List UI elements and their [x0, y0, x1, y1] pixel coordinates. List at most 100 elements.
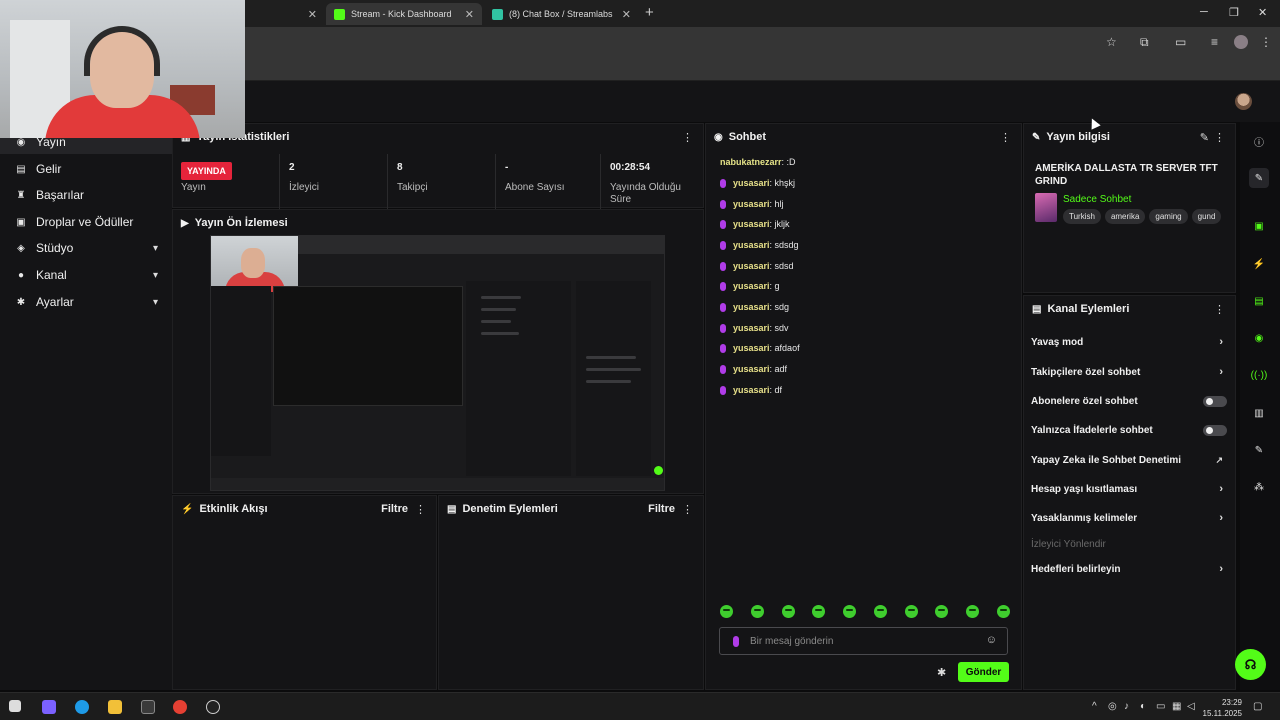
cast-icon[interactable]: ▭ — [1175, 35, 1186, 49]
more-options-icon[interactable]: ⋮ — [682, 131, 693, 144]
more-options-icon[interactable]: ⋮ — [1214, 303, 1225, 316]
chat-bubble-icon[interactable]: ◉ — [1249, 328, 1269, 348]
wallet-icon: ▤ — [16, 163, 26, 175]
sidebar-item-ayarlar[interactable]: ✱ Ayarlar ▾ — [0, 290, 172, 314]
notification-icon[interactable]: ▢ — [1253, 701, 1262, 712]
emote-icon[interactable] — [873, 605, 887, 618]
plus-icon[interactable]: + — [645, 4, 654, 21]
category-link[interactable]: Sadece Sohbet — [1063, 194, 1131, 205]
close-tab-icon[interactable]: ✕ — [465, 8, 474, 21]
copilot-icon[interactable] — [42, 700, 56, 714]
more-icon[interactable]: ⋮ — [1260, 35, 1272, 49]
chevron-right-icon: › — [1219, 336, 1223, 348]
more-options-icon[interactable]: ⋮ — [1214, 131, 1225, 144]
emotes-only-toggle[interactable] — [1203, 425, 1227, 436]
chat-message: yusasari: adf — [720, 364, 787, 374]
emote-icon[interactable] — [750, 605, 764, 618]
sidebar-item-droplar[interactable]: ▣ Droplar ve Ödüller — [0, 210, 172, 234]
action-subscribers-only: Abonelere özel sohbet — [1031, 390, 1227, 412]
activity-filter-button[interactable]: Filtre — [381, 503, 408, 515]
sidebar-item-gelir[interactable]: ▤ Gelir — [0, 157, 172, 181]
action-followers-only[interactable]: Takipçilere özel sohbet › — [1031, 361, 1227, 383]
edit-icon[interactable]: ✎ — [1249, 168, 1269, 188]
chevron-up-icon[interactable]: ^ — [1092, 701, 1097, 712]
emote-icon[interactable] — [996, 605, 1010, 618]
more-options-icon[interactable]: ⋮ — [682, 503, 693, 516]
chat-message-input[interactable] — [750, 634, 970, 648]
more-options-icon[interactable]: ⋮ — [415, 503, 426, 516]
volume-icon[interactable]: ◁ — [1187, 701, 1195, 712]
star-icon[interactable]: ☆ — [1106, 35, 1117, 49]
lightning-icon[interactable]: ⚡ — [1249, 254, 1269, 274]
taskbar-clock[interactable]: 23:29 15.11.2025 — [1200, 697, 1242, 719]
category-thumbnail[interactable] — [1035, 193, 1057, 222]
emote-icon[interactable] — [720, 605, 733, 618]
sidebar-item-basarilar[interactable]: ♜ Başarılar — [0, 183, 172, 207]
chat-input-box[interactable]: ☺ — [719, 627, 1008, 655]
avatar[interactable] — [1235, 93, 1252, 110]
emote-icon[interactable] — [781, 605, 795, 618]
edge-icon[interactable] — [75, 700, 89, 714]
tag[interactable]: gaming — [1149, 209, 1188, 224]
action-raid: İzleyici Yönlendir — [1031, 538, 1106, 550]
moderation-filter-button[interactable]: Filtre — [648, 503, 675, 515]
extensions-icon[interactable]: ⧉ — [1140, 35, 1149, 50]
chrome-icon[interactable] — [173, 700, 187, 714]
action-goals[interactable]: Hedefleri belirleyin › — [1031, 558, 1227, 580]
queue-icon[interactable]: ≡ — [1211, 35, 1218, 49]
edit-icon[interactable]: ✎ — [1200, 131, 1209, 144]
close-icon[interactable]: ✕ — [1258, 6, 1267, 19]
restore-icon[interactable]: ❐ — [1229, 6, 1239, 19]
emote-icon[interactable] — [843, 605, 857, 618]
action-banned-words[interactable]: Yasaklanmış kelimeler › — [1031, 507, 1227, 529]
store-icon[interactable] — [141, 700, 155, 714]
folder-icon[interactable] — [108, 700, 122, 714]
info-icon[interactable]: ⓘ — [1249, 131, 1269, 151]
tag[interactable]: amerika — [1104, 209, 1146, 224]
action-slow-mode[interactable]: Yavaş mod › — [1031, 331, 1227, 353]
emote-icon[interactable] — [812, 605, 826, 618]
layers-icon[interactable]: ▥ — [1249, 403, 1269, 423]
share-icon[interactable]: ⁂ — [1249, 477, 1269, 497]
action-account-age[interactable]: Hesap yaşı kısıtlaması › — [1031, 478, 1227, 500]
network-icon[interactable]: ▦ — [1172, 701, 1181, 712]
browser-tab[interactable]: (8) Chat Box / Streamlabs ✕ — [484, 3, 639, 25]
broadcast-icon[interactable]: ((·)) — [1249, 365, 1269, 385]
chat-panel-header: ◉ Sohbet — [714, 131, 767, 143]
emote-icon[interactable] — [904, 605, 918, 618]
stat-followers: 8 Takipçi — [389, 154, 496, 210]
close-tab-icon[interactable]: ✕ — [308, 8, 317, 21]
action-ai-moderation[interactable]: Yapay Zeka ile Sohbet Denetimi ↗ — [1031, 449, 1227, 471]
chat-message: yusasari: sdv — [720, 323, 789, 333]
more-options-icon[interactable]: ⋮ — [1000, 131, 1011, 144]
browser-tab[interactable]: ✕ — [245, 3, 325, 25]
sidebar-item-studyo[interactable]: ◈ Stüdyo ▾ — [0, 236, 172, 260]
tag[interactable]: Turkish — [1063, 209, 1101, 224]
subscribers-only-toggle[interactable] — [1203, 396, 1227, 407]
wrench-icon[interactable]: ✎ — [1249, 440, 1269, 460]
profile-avatar[interactable] — [1234, 35, 1248, 49]
channel-actions-header: ▤ Kanal Eylemleri — [1032, 303, 1130, 315]
browser-tab-active[interactable]: Stream - Kick Dashboard ✕ — [326, 3, 482, 25]
monitor-icon[interactable]: ▭ — [1156, 701, 1165, 712]
minimize-icon[interactable]: ─ — [1200, 6, 1208, 18]
tray-icon[interactable]: ◐ — [1140, 701, 1146, 712]
emote-icon[interactable] — [966, 605, 980, 618]
windows-start-icon[interactable] — [9, 700, 21, 712]
sidebar-item-kanal[interactable]: ● Kanal ▾ — [0, 263, 172, 287]
document-icon[interactable]: ▤ — [1249, 291, 1269, 311]
microphone-icon[interactable]: ♪ — [1124, 701, 1129, 712]
scan-icon[interactable]: ▣ — [1249, 216, 1269, 236]
send-button[interactable]: Gönder — [958, 662, 1009, 682]
studio-icon: ◈ — [17, 242, 25, 254]
stream-preview[interactable] — [210, 235, 665, 491]
emoji-icon[interactable]: ☺ — [986, 634, 997, 646]
gear-icon[interactable]: ✱ — [937, 666, 946, 679]
tag[interactable]: gund — [1191, 209, 1222, 224]
close-tab-icon[interactable]: ✕ — [622, 8, 631, 21]
list-icon: ▤ — [447, 503, 457, 515]
emote-icon[interactable] — [935, 605, 949, 618]
obs-icon[interactable] — [206, 700, 220, 714]
help-button[interactable]: ☊ — [1235, 649, 1266, 680]
tray-icon[interactable]: ◎ — [1108, 701, 1117, 712]
